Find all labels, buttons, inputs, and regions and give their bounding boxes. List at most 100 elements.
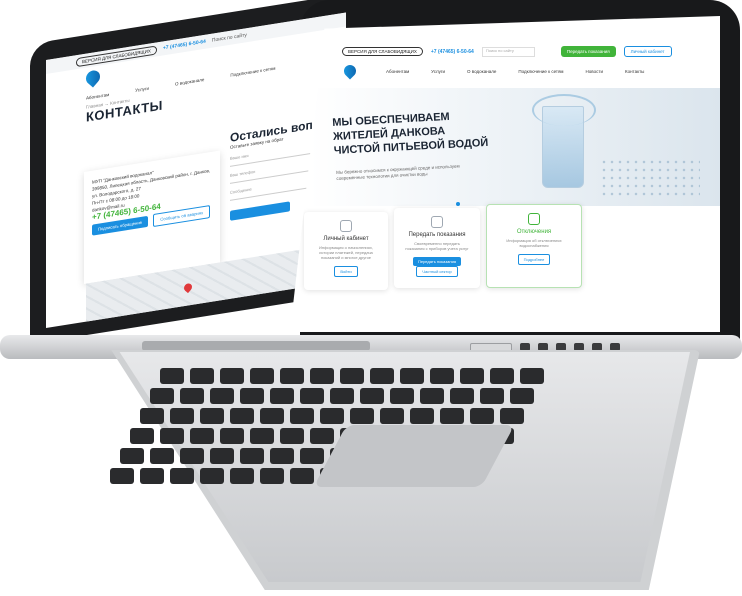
details-button[interactable]: Подробнее (517, 254, 551, 265)
keyboard-key (520, 368, 544, 384)
port (574, 343, 584, 351)
keyboard-key (370, 368, 394, 384)
card-outages: Отключения Информация об отключениях вод… (486, 204, 582, 288)
search-input[interactable]: Поиск по сайту (481, 46, 535, 57)
header-phone[interactable]: +7 (47465) 6-50-64 (163, 39, 206, 52)
card-desc: Своевременно передать показания с прибор… (405, 241, 469, 251)
hero-subtitle: Мы бережно относимся к окружающей среде … (336, 163, 460, 181)
keyboard-key (290, 468, 314, 484)
port (610, 343, 620, 351)
keyboard-key (470, 408, 494, 424)
keyboard-key (240, 388, 264, 404)
keyboard-key (190, 428, 214, 444)
water-drops-decoration (600, 158, 700, 198)
keyboard-key (140, 408, 164, 424)
keyboard-key (280, 428, 304, 444)
logo-drop-icon[interactable] (83, 67, 103, 88)
card-title: Передать показания (408, 232, 466, 238)
keyboard-key (230, 408, 254, 424)
drop-icon (528, 213, 540, 225)
search-input[interactable]: Поиск по сайту (212, 32, 247, 44)
keyboard-key (300, 448, 324, 464)
keyboard-key (220, 368, 244, 384)
card-desc: Информация об отключениях водоснабжения (506, 238, 562, 248)
keyboard-key (310, 428, 334, 444)
service-cards: Личный кабинет Информация о начислениях,… (290, 202, 720, 312)
keyboard-key (190, 368, 214, 384)
keyboard-key (180, 388, 204, 404)
nav-item[interactable]: Новости (586, 69, 603, 74)
keyboard-key (140, 468, 164, 484)
nav-item[interactable]: Контакты (625, 69, 644, 74)
keyboard-key (430, 368, 454, 384)
keyboard-key (210, 448, 234, 464)
keyboard-key (160, 368, 184, 384)
feedback-submit-button[interactable] (230, 201, 290, 221)
keyboard-key (260, 468, 284, 484)
keyboard-key (330, 388, 354, 404)
port (520, 343, 530, 351)
accessibility-version-button[interactable]: ВЕРСИЯ ДЛЯ СЛАБОВИДЯЩИХ (342, 47, 423, 56)
keyboard-key (410, 408, 434, 424)
keyboard-key (170, 408, 194, 424)
private-sector-button[interactable]: Частный сектор (416, 266, 458, 277)
keyboard-key (400, 368, 424, 384)
keyboard-key (200, 408, 224, 424)
meter-icon (431, 216, 443, 228)
header-phone[interactable]: +7 (47465) 6-50-64 (431, 49, 474, 55)
keyboard-key (120, 448, 144, 464)
keyboard-key (340, 368, 364, 384)
keyboard-key (510, 388, 534, 404)
keyboard-key (230, 468, 254, 484)
login-button[interactable]: Войти (334, 266, 358, 277)
keyboard-key (130, 428, 154, 444)
hinge-slot (142, 341, 370, 351)
submit-readings-button[interactable]: Передать показания (560, 46, 616, 57)
keyboard-key (260, 408, 284, 424)
logo-drop-icon[interactable] (341, 62, 359, 80)
submit-request-button[interactable]: Подписать обращение (92, 215, 148, 236)
nav-item[interactable]: Услуги (431, 69, 445, 74)
keyboard-key (390, 388, 414, 404)
touchpad (313, 425, 515, 487)
keyboard-key (250, 428, 274, 444)
submit-readings-card-button[interactable]: Передать показания (412, 257, 462, 266)
keyboard-key (420, 388, 444, 404)
port (556, 343, 566, 351)
laptop-mockup: ВЕРСИЯ ДЛЯ СЛАБОВИДЯЩИХ +7 (47465) 6-50-… (0, 0, 742, 596)
keyboard-key (160, 428, 184, 444)
keyboard-key (180, 448, 204, 464)
keyboard-key (210, 388, 234, 404)
user-icon (340, 220, 352, 232)
keyboard-key (290, 408, 314, 424)
nav-item[interactable]: Абонентам (386, 69, 409, 74)
keyboard-key (500, 408, 524, 424)
keyboard-key (170, 468, 194, 484)
keyboard-key (270, 448, 294, 464)
card-title: Отключения (516, 229, 552, 235)
main-nav: Абонентам Услуги О водоканале Подключени… (290, 57, 720, 80)
keyboard-key (380, 408, 404, 424)
keyboard-key (200, 468, 224, 484)
keyboard-key (490, 368, 514, 384)
contact-card: МУП "Данковский водоканал" 399850, Липец… (84, 150, 220, 284)
keyboard-key (440, 408, 464, 424)
keyboard-key (350, 408, 374, 424)
hero-title: МЫ ОБЕСПЕЧИВАЕМ ЖИТЕЛЕЙ ДАНКОВА ЧИСТОЙ П… (332, 108, 494, 158)
water-glass-icon (542, 106, 584, 188)
personal-account-button[interactable]: Личный кабинет (623, 46, 672, 57)
nav-item[interactable]: Подключение к сетям (518, 69, 563, 74)
keyboard-key (480, 388, 504, 404)
hero-banner: МЫ ОБЕСПЕЧИВАЕМ ЖИТЕЛЕЙ ДАНКОВА ЧИСТОЙ П… (310, 88, 720, 206)
keyboard-key (270, 388, 294, 404)
keyboard-key (450, 388, 474, 404)
keyboard-key (220, 428, 244, 444)
keyboard-key (240, 448, 264, 464)
screen-home-page: ВЕРСИЯ ДЛЯ СЛАБОВИДЯЩИХ +7 (47465) 6-50-… (290, 16, 720, 332)
card-desc: Информация о начислениях, истории платеж… (319, 245, 373, 260)
keyboard-key (280, 368, 304, 384)
keyboard-key (300, 388, 324, 404)
keyboard-key (150, 448, 174, 464)
keyboard-key (150, 388, 174, 404)
nav-item[interactable]: О водоканале (467, 69, 496, 74)
